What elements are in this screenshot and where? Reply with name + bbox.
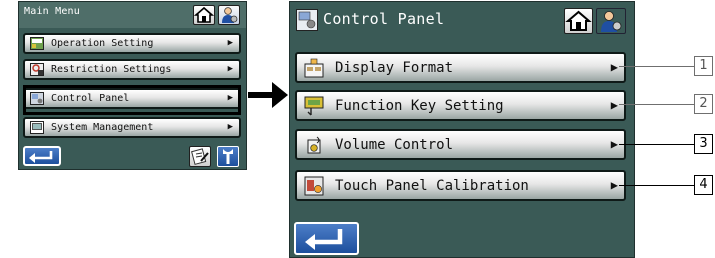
touch-calibration-icon — [304, 176, 324, 196]
home-button[interactable] — [193, 5, 215, 25]
chevron-right-icon: ▶ — [227, 38, 233, 48]
main-menu-footer — [19, 143, 246, 169]
menu-item-restriction-settings[interactable]: Restriction Settings ▶ — [23, 59, 241, 80]
user-button[interactable] — [596, 8, 626, 34]
tools-button[interactable] — [217, 146, 239, 167]
volume-control-icon — [307, 136, 321, 154]
menu-item-display-format[interactable]: Display Format ▶ — [295, 52, 626, 83]
callout-4: 4 — [694, 175, 713, 195]
callout-3: 3 — [694, 134, 713, 154]
menu-item-label: Volume Control — [335, 137, 454, 153]
chevron-right-icon: ▶ — [610, 98, 618, 112]
callout-leader-3 — [619, 144, 694, 145]
menu-item-label: Operation Setting — [51, 38, 154, 49]
user-settings-icon — [222, 7, 238, 23]
chevron-right-icon: ▶ — [227, 122, 233, 132]
callout-leader-1 — [619, 66, 694, 67]
menu-item-label: System Management — [51, 122, 154, 133]
control-panel-title-icon — [296, 9, 318, 31]
chevron-right-icon: ▶ — [610, 178, 618, 192]
restriction-settings-icon — [30, 63, 44, 76]
callout-leader-2 — [619, 104, 694, 105]
home-icon — [193, 6, 215, 23]
main-menu-title: Main Menu — [24, 6, 80, 17]
operation-setting-icon — [30, 37, 44, 50]
callout-leader-4 — [619, 185, 694, 186]
main-menu-panel: Main Menu Operation Setting ▶ Restrictio… — [18, 1, 247, 170]
main-menu-title-bar: Main Menu — [19, 2, 246, 28]
menu-item-function-key-setting[interactable]: Function Key Setting ▶ — [295, 90, 626, 121]
control-panel-footer — [290, 214, 634, 257]
control-panel-screen: Control Panel Display Format ▶ Function … — [289, 1, 635, 258]
wrench-icon — [223, 149, 233, 164]
menu-item-label: Function Key Setting — [335, 98, 504, 114]
menu-item-operation-setting[interactable]: Operation Setting ▶ — [23, 33, 241, 54]
function-key-icon — [304, 96, 324, 116]
document-pen-icon — [191, 148, 209, 165]
control-panel-title: Control Panel — [323, 10, 445, 28]
callout-2: 2 — [694, 94, 713, 114]
callout-1: 1 — [694, 56, 713, 76]
back-button[interactable] — [23, 146, 61, 166]
menu-item-volume-control[interactable]: Volume Control ▶ — [295, 129, 626, 160]
home-icon — [565, 10, 592, 31]
user-button[interactable] — [218, 5, 240, 25]
chevron-right-icon: ▶ — [227, 64, 233, 74]
menu-item-touch-panel-calibration[interactable]: Touch Panel Calibration ▶ — [295, 170, 626, 201]
home-button[interactable] — [564, 8, 593, 34]
back-button[interactable] — [294, 222, 359, 255]
maintenance-button[interactable] — [189, 146, 211, 167]
menu-item-label: Display Format — [335, 60, 454, 76]
user-settings-icon — [601, 11, 622, 32]
menu-item-label: Touch Panel Calibration — [335, 178, 529, 194]
navigation-arrow-icon — [248, 82, 288, 108]
system-management-icon — [30, 121, 44, 134]
menu-item-system-management[interactable]: System Management ▶ — [23, 117, 241, 138]
return-arrow-icon — [305, 229, 343, 250]
display-format-icon — [304, 58, 324, 78]
menu-item-label: Restriction Settings — [51, 64, 172, 75]
chevron-right-icon: ▶ — [610, 137, 618, 151]
selected-item-highlight — [23, 85, 241, 115]
return-arrow-icon — [29, 151, 53, 163]
chevron-right-icon: ▶ — [610, 60, 618, 74]
